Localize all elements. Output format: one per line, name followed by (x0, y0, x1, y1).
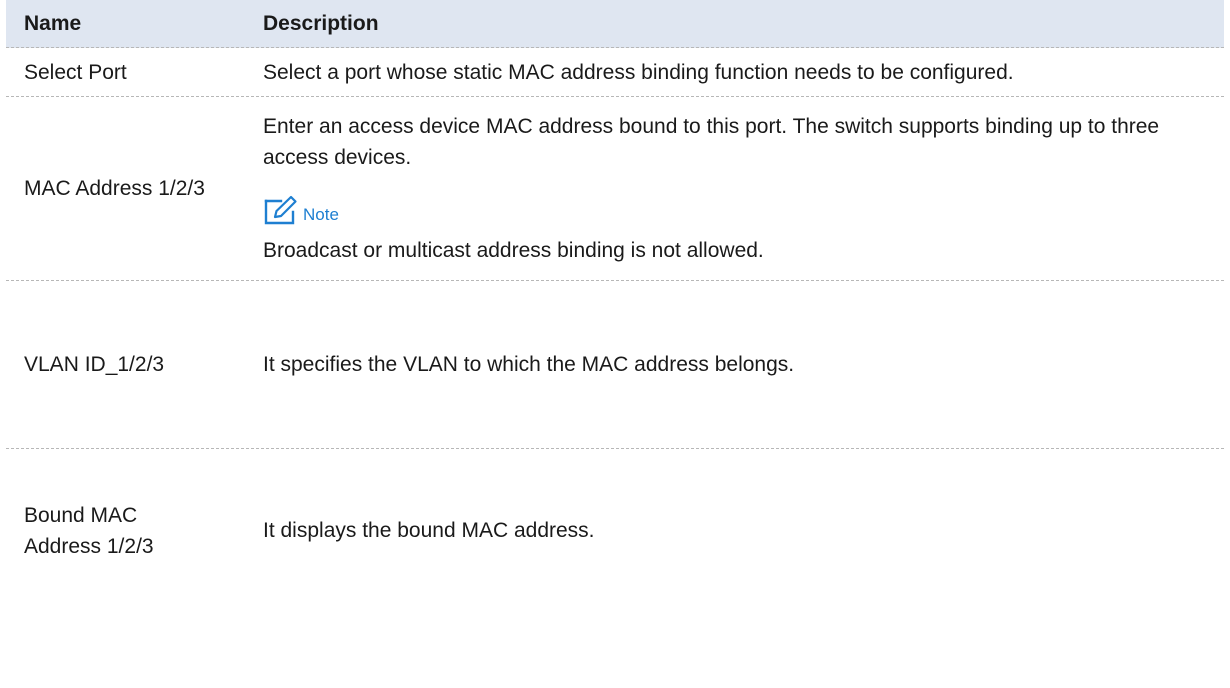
table-row: Bound MAC Address 1/2/3 It displays the … (6, 449, 1224, 612)
table-row: MAC Address 1/2/3 Enter an access device… (6, 97, 1224, 281)
table-row: Select Port Select a port whose static M… (6, 48, 1224, 97)
row-name: VLAN ID_1/2/3 (24, 353, 165, 376)
row-name: Bound MAC Address 1/2/3 (24, 503, 154, 558)
row-name: MAC Address 1/2/3 (24, 177, 205, 200)
table-header-row: Name Description (6, 0, 1224, 48)
row-description: Select a port whose static MAC address b… (263, 60, 1014, 84)
note-label: Note (303, 205, 339, 224)
row-description-block: Enter an access device MAC address bound… (256, 111, 1224, 266)
note-callout: Note (263, 195, 1224, 225)
table-row: VLAN ID_1/2/3 It specifies the VLAN to w… (6, 281, 1224, 449)
header-description: Description (263, 12, 379, 35)
row-description: Enter an access device MAC address bound… (263, 115, 1160, 169)
header-name: Name (24, 12, 82, 35)
row-name: Select Port (24, 60, 127, 84)
row-description: It displays the bound MAC address. (263, 519, 595, 542)
row-description: It specifies the VLAN to which the MAC a… (263, 353, 795, 376)
note-pencil-icon (264, 195, 297, 225)
parameter-table: Name Description Select Port Select a po… (6, 0, 1224, 612)
note-text: Broadcast or multicast address binding i… (263, 239, 764, 262)
